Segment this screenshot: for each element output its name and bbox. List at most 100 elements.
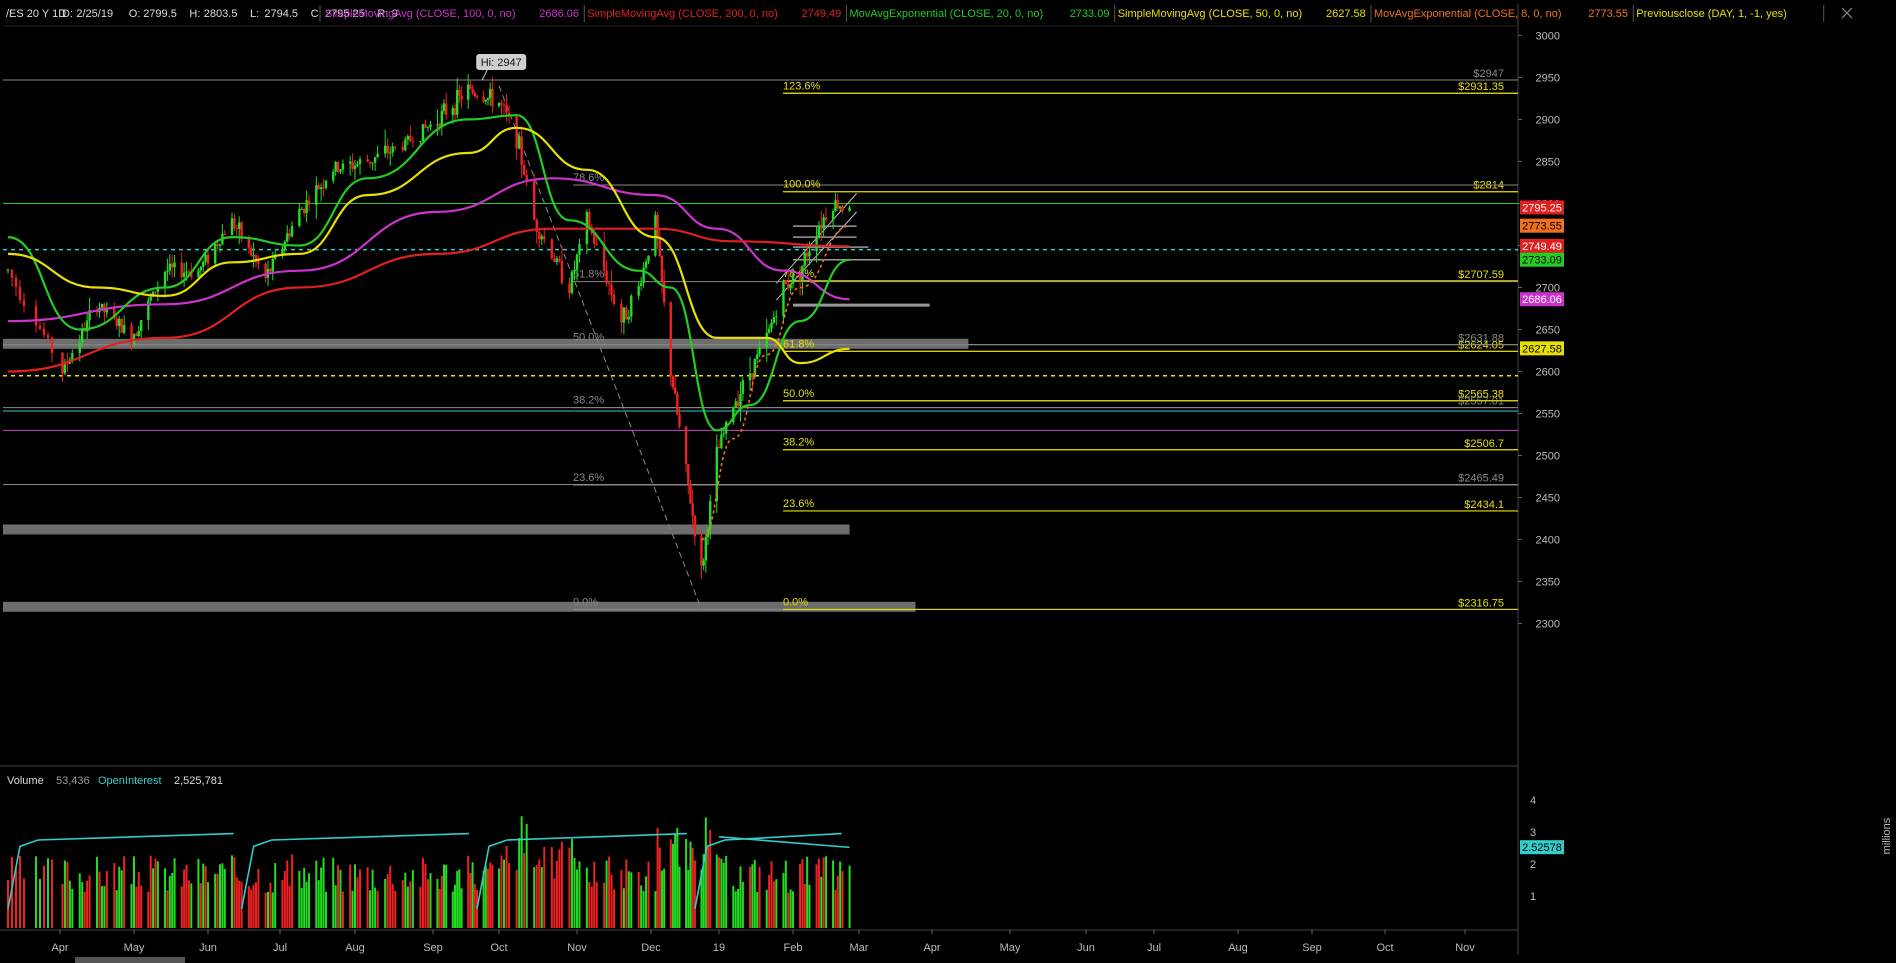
price-tick-label-1: 2350: [1536, 577, 1560, 589]
price-tick-label-5: 2550: [1536, 409, 1560, 421]
candle-body-153: [540, 236, 543, 240]
candle-body-91: [334, 161, 337, 172]
candle-body-124: [445, 103, 448, 115]
candle-body-126: [453, 108, 457, 115]
candle-body-161: [570, 271, 574, 294]
volume-bar-176: [622, 888, 625, 928]
volume-bar-108: [391, 884, 394, 928]
volume-bar-162: [573, 857, 576, 928]
candle-body-94: [341, 163, 345, 170]
candle-body-125: [451, 108, 454, 115]
volume-bar-237: [820, 876, 823, 928]
volume-bar-190: [669, 839, 672, 928]
volume-bar-214: [741, 881, 744, 928]
candle-body-163: [575, 254, 579, 270]
candle-body-14: [71, 352, 74, 360]
fib-label-0-2: 50.0%: [573, 332, 604, 344]
time-scrollbar-thumb: [75, 957, 185, 963]
candle-body-158: [558, 258, 561, 262]
volume-bar-48: [187, 880, 190, 928]
candle-body-177: [625, 307, 628, 320]
candle-body-229: [791, 274, 795, 284]
price-tick-label-0: 2300: [1536, 619, 1560, 631]
volume-bar-169: [595, 881, 598, 928]
volume-bar-131: [469, 873, 472, 928]
candle-body-169: [595, 243, 598, 245]
chart-svg[interactable]: /ES 20 Y 1D D: 2/25/19 O: 2799.5 H: 2803.5 L: 2…: [0, 0, 1896, 963]
candle-body-212: [736, 401, 740, 406]
candle-body-243: [838, 206, 842, 209]
level-label-14: $2465.49: [1458, 473, 1504, 485]
price-tick-label-3: 2450: [1536, 493, 1560, 505]
volume-bar-229: [792, 891, 794, 928]
volume-bar-210: [732, 885, 735, 928]
volume-bar-102: [371, 869, 374, 928]
symbol-label[interactable]: /ES 20 Y 1D: [6, 8, 66, 20]
volume-bar-56: [216, 873, 219, 928]
candle-body-183: [644, 261, 648, 268]
volume-bar-161: [570, 838, 573, 928]
fib-label-1-6: 23.6%: [783, 498, 814, 510]
volume-bar-119: [429, 873, 432, 928]
volume-bar-226: [784, 860, 787, 928]
volume-bar-178: [627, 871, 630, 928]
volume-bar-17: [83, 891, 86, 928]
volume-bar-83: [305, 881, 308, 928]
price-tick-label-11: 2850: [1536, 156, 1560, 168]
fib-label-0-4: 23.6%: [573, 472, 604, 484]
candle-body-52: [202, 261, 205, 267]
level-label-1: $2931.35: [1458, 81, 1504, 93]
volume-bar-72: [269, 882, 272, 928]
candle-body-105: [383, 145, 387, 154]
volume-bar-147: [520, 816, 523, 928]
header-bar: /ES 20 Y 1D D: 2/25/19 O: 2799.5 H: 2803.5 L: 2…: [6, 5, 1825, 22]
volume-bar-215: [749, 866, 752, 928]
candle-body-106: [386, 145, 389, 154]
volume-bar-41: [166, 890, 169, 928]
volume-bar-40: [164, 868, 167, 928]
time-tick-label-3: Jul: [273, 942, 287, 954]
candle-body-197: [689, 484, 692, 504]
hi-label-text: Hi: 2947: [481, 57, 522, 69]
volume-bar-198: [691, 847, 694, 928]
volume-bar-89: [324, 891, 327, 928]
time-tick-label-14: Jun: [1077, 942, 1095, 954]
candle-body-116: [421, 124, 425, 142]
study-value-4: 2773.55: [1588, 8, 1628, 20]
volume-bar-132: [471, 862, 474, 928]
candle-body-195: [684, 426, 688, 465]
volume-bar-4: [23, 878, 25, 928]
volume-unit-label: millions: [1881, 817, 1893, 854]
volume-bar-125: [451, 891, 454, 928]
volume-bar-35: [147, 891, 150, 928]
time-tick-label-17: Sep: [1302, 942, 1322, 954]
volume-bar-221: [768, 874, 771, 928]
candle-body-96: [351, 161, 354, 169]
candle-body-172: [607, 283, 611, 285]
time-tick-label-9: 19: [713, 942, 725, 954]
time-tick-label-8: Dec: [641, 942, 661, 954]
volume-bar-243: [839, 861, 842, 928]
volume-bar-45: [180, 886, 183, 928]
volume-bar-109: [394, 890, 397, 928]
volume-bar-140: [498, 868, 500, 928]
candle-body-41: [166, 270, 169, 272]
volume-bar-79: [291, 854, 294, 928]
volume-bar-183: [645, 876, 648, 928]
candle-body-157: [555, 258, 559, 262]
volume-bar-197: [689, 841, 692, 928]
volume-bar-166: [588, 881, 591, 928]
candle-body-218: [755, 354, 759, 360]
volume-bar-189: [663, 868, 666, 928]
volume-bar-18: [86, 880, 89, 928]
candle-body-79: [290, 226, 294, 237]
candle-body-84: [307, 200, 311, 205]
study-value-0: 2686.06: [539, 8, 579, 20]
volume-bar-137: [487, 868, 489, 928]
candle-body-87: [319, 187, 323, 190]
study-value-1: 2749.49: [802, 8, 842, 20]
fib-label-1-4: 50.0%: [783, 388, 814, 400]
volume-bar-22: [100, 886, 103, 928]
volume-bar-159: [560, 841, 563, 928]
volume-bar-12: [66, 862, 69, 928]
